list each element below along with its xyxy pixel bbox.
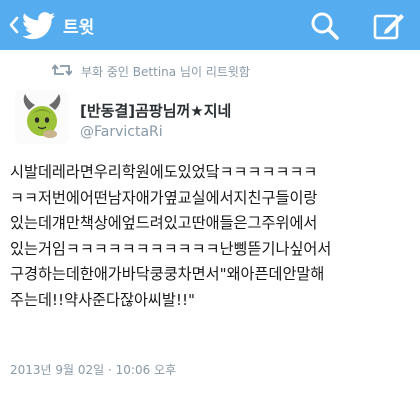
tweet-text-line: 구경하는데한애가바닥쿵쿵차면서"왜아픈데안말해 <box>10 265 325 283</box>
avatar[interactable] <box>15 90 69 144</box>
chevron-left-icon[interactable] <box>8 15 20 35</box>
tweet-text-line: 시발데레라면우리학원에도있었닼ㅋㅋㅋㅋㅋㅋㅋ <box>10 163 318 181</box>
twitter-bird-icon[interactable] <box>22 12 56 40</box>
tweet-text-line: 주는데!!약사준다잖아씨발!!" <box>10 290 196 309</box>
tweet-timestamp: 2013년 9월 02일 · 10:06 오후 <box>10 363 177 377</box>
author-handle[interactable]: @FarvictaRi <box>80 124 163 140</box>
tweet-text-line: 있는데걔만책상에엎드려있고딴애들은그주위에서 <box>10 214 318 232</box>
tweet-text-line: ㅋㅋ저번에어떤남자애가옆교실에서지친구들이랑 <box>10 188 318 207</box>
compose-icon[interactable] <box>372 10 406 42</box>
avatar-horned-character <box>23 94 61 138</box>
author-display-name[interactable]: [반동결]곰팡님꺼★지네 <box>80 100 231 121</box>
search-icon[interactable] <box>309 10 341 42</box>
retweet-icon <box>52 64 72 76</box>
retweet-label: 부화 중인 Bettina 님이 리트윗함 <box>81 65 250 79</box>
tweet-text: 시발데레라면우리학원에도있었닼ㅋㅋㅋㅋㅋㅋㅋ ㅋㅋ저번에어떤남자애가옆교실에서지… <box>10 160 415 313</box>
top-navigation-bar: 트윗 <box>0 0 420 50</box>
tweet-text-line: 있는거임ㅋㅋㅋㅋㅋㅋㅋㅋㅋㅋㅋ난삥뜯기나싶어서 <box>10 239 332 258</box>
retweeted-by-line: 부화 중인 Bettina 님이 리트윗함 <box>0 61 420 81</box>
page-title: 트윗 <box>63 18 95 38</box>
